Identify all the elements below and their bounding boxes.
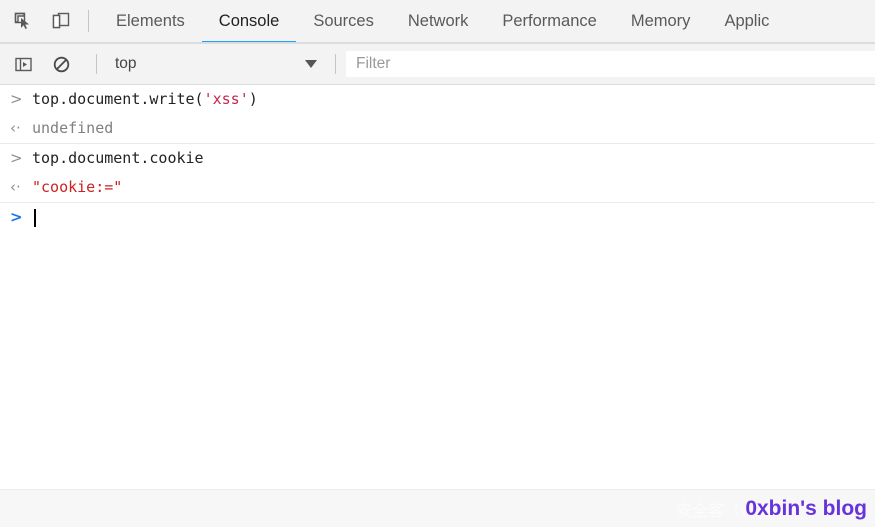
tab-label: Console <box>218 11 280 30</box>
devtools-tabs: Elements Console Sources Network Perform… <box>99 0 875 42</box>
console-input-line[interactable]: > top.document.cookie <box>0 144 875 173</box>
tab-elements[interactable]: Elements <box>99 0 202 42</box>
code-string-literal: 'xss' <box>203 90 249 108</box>
tab-application[interactable]: Applic <box>707 0 786 42</box>
console-result-value: undefined <box>32 119 114 137</box>
console-result-value: "cookie:=" <box>32 178 123 196</box>
footer-watermark-bar: 安全客（www. 0xbin's blog <box>0 489 875 527</box>
console-prompt-line[interactable]: > <box>0 203 875 232</box>
tab-label: Memory <box>630 11 691 30</box>
tab-label: Network <box>407 11 469 30</box>
chevron-down-icon <box>305 60 317 68</box>
devtools-tabbar: Elements Console Sources Network Perform… <box>0 0 875 44</box>
console-toolbar-divider-1 <box>96 54 97 74</box>
prompt-arrow-icon: > <box>10 208 23 226</box>
input-arrow-icon: > <box>10 149 23 167</box>
filter-input[interactable]: Filter <box>346 51 875 77</box>
tab-label: Sources <box>313 11 374 30</box>
filter-placeholder: Filter <box>356 55 391 72</box>
watermark-blog-text: 0xbin's blog <box>745 496 867 520</box>
tab-label: Performance <box>502 11 597 30</box>
console-toolbar: top Filter <box>0 44 875 85</box>
console-toolbar-divider-2 <box>335 54 336 74</box>
inspect-element-icon[interactable] <box>10 8 36 34</box>
tabbar-divider <box>88 10 89 32</box>
console-output[interactable]: > top.document.write('xss') ‹· undefined… <box>0 85 875 489</box>
console-sidebar-icon[interactable] <box>10 51 36 77</box>
tab-sources[interactable]: Sources <box>296 0 391 42</box>
output-arrow-icon: ‹· <box>10 178 21 196</box>
tab-memory[interactable]: Memory <box>614 0 708 42</box>
code-prefix: top.document.cookie <box>32 149 204 167</box>
tab-network[interactable]: Network <box>391 0 486 42</box>
clear-console-icon[interactable] <box>48 51 74 77</box>
device-toolbar-icon[interactable] <box>48 8 74 34</box>
tab-console[interactable]: Console <box>201 0 297 42</box>
console-input-line[interactable]: > top.document.write('xss') <box>0 85 875 114</box>
text-cursor <box>34 208 36 227</box>
console-result-line: ‹· "cookie:=" <box>0 173 875 203</box>
execution-context-value: top <box>115 55 137 72</box>
tab-performance[interactable]: Performance <box>485 0 613 42</box>
input-arrow-icon: > <box>10 90 23 108</box>
tab-label: Applic <box>724 11 770 30</box>
code-suffix: ) <box>248 90 258 108</box>
devtools-window: Elements Console Sources Network Perform… <box>0 0 875 527</box>
tabbar-tool-icons <box>0 8 74 34</box>
tab-label: Elements <box>116 11 185 30</box>
execution-context-select[interactable]: top <box>107 51 325 77</box>
console-input-code: top.document.write('xss') <box>32 85 258 114</box>
console-input-code: top.document.cookie <box>32 144 204 173</box>
console-result-line: ‹· undefined <box>0 114 875 144</box>
output-arrow-icon: ‹· <box>10 119 21 137</box>
code-prefix: top.document.write( <box>32 90 204 108</box>
